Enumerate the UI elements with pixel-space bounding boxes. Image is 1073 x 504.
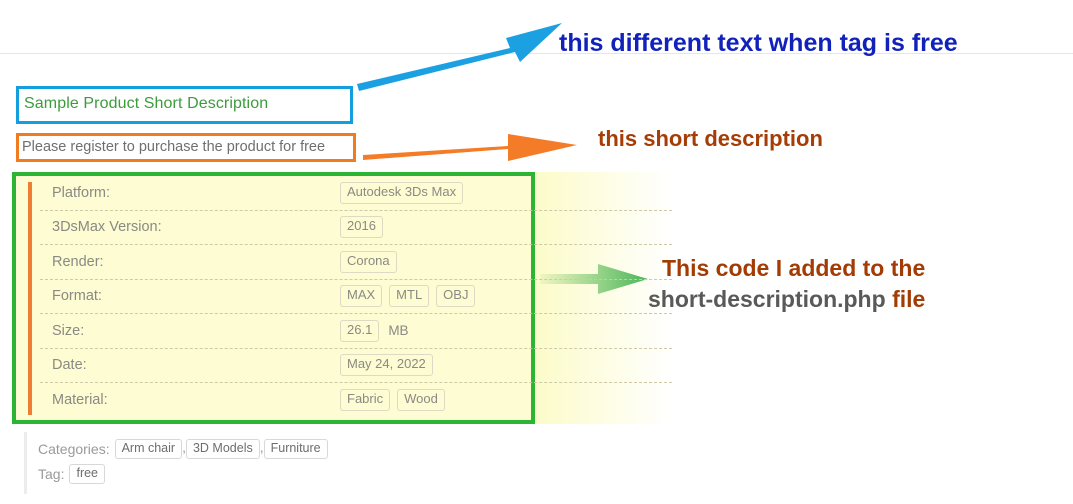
spec-value-chip[interactable]: 26.1 — [340, 319, 380, 342]
annotation-filename: short-description.php — [648, 286, 886, 312]
spec-row: Platform: Autodesk 3Ds Max — [40, 172, 672, 210]
tag-chip[interactable]: free — [69, 464, 106, 484]
spec-value-chip[interactable]: May 24, 2022 — [340, 354, 433, 377]
annotation-blue-text: this different text when tag is free — [559, 29, 958, 57]
spec-value-chip[interactable]: Corona — [340, 250, 397, 273]
spec-row-label: Format: — [52, 288, 102, 305]
spec-row-values: May 24, 2022 — [340, 354, 433, 377]
taxonomy-accent-bar — [24, 432, 27, 494]
category-chip[interactable]: 3D Models — [185, 439, 260, 459]
spec-row-label: Platform: — [52, 184, 111, 201]
tag-chips: free — [69, 464, 106, 484]
spec-row-values: MAX MTL OBJ — [340, 285, 476, 308]
spec-value-chip[interactable]: MAX — [340, 285, 383, 308]
spec-row-values: Autodesk 3Ds Max — [340, 181, 464, 204]
spec-row-values: Fabric Wood — [340, 388, 445, 411]
spec-row-label: 3DsMax Version: — [52, 219, 162, 236]
spec-row: Render: Corona — [40, 244, 672, 279]
annotation-file-word: file — [892, 286, 926, 312]
spec-value-chip[interactable]: OBJ — [436, 285, 476, 308]
short-title-text: Sample Product Short Description — [24, 95, 269, 112]
spec-row-values: Corona — [340, 250, 397, 273]
spec-row-label: Render: — [52, 253, 104, 270]
annotation-orange-text: this short description — [598, 126, 823, 151]
categories-chips: Arm chair, 3D Models, Furniture — [114, 439, 328, 459]
spec-value-chip[interactable]: Fabric — [340, 388, 391, 411]
categories-row: Categories: Arm chair, 3D Models, Furnitur… — [38, 439, 328, 459]
spec-row: Date: May 24, 2022 — [40, 347, 672, 383]
tag-label: Tag: — [38, 466, 65, 482]
blue-arrow-icon — [357, 23, 562, 91]
spec-row: Format: MAX MTL OBJ — [40, 278, 672, 314]
spec-row-label: Material: — [52, 391, 108, 408]
spec-table: Platform: Autodesk 3Ds Max 3DsMax Version:… — [12, 172, 672, 424]
annotation-green-text-line1: This code I added to the — [662, 255, 926, 281]
spec-row: Size: 26.1 MB — [40, 313, 672, 348]
spec-row-values: 2016 — [340, 216, 383, 239]
spec-value-chip[interactable]: Wood — [397, 388, 445, 411]
spec-row-values: 26.1 MB — [340, 319, 409, 342]
spec-value-chip[interactable]: 2016 — [340, 216, 383, 239]
tag-row: Tag: free — [38, 464, 106, 484]
category-chip[interactable]: Furniture — [263, 439, 328, 459]
category-chip[interactable]: Arm chair — [114, 439, 183, 459]
spec-row: Material: Fabric Wood — [40, 382, 672, 417]
spec-value-unit: MB — [388, 323, 409, 339]
spec-row: 3DsMax Version: 2016 — [40, 209, 672, 245]
short-description-text: Please register to purchase the product … — [22, 139, 326, 155]
categories-label: Categories: — [38, 441, 110, 457]
spec-row-label: Size: — [52, 322, 85, 339]
page-canvas: Platform: Autodesk 3Ds Max 3DsMax Version:… — [0, 0, 1073, 504]
spec-row-label: Date: — [52, 357, 87, 374]
spec-value-chip[interactable]: Autodesk 3Ds Max — [340, 181, 464, 204]
spec-value-chip[interactable]: MTL — [389, 285, 430, 308]
orange-arrow-icon — [363, 134, 577, 161]
annotation-green-text-line2: short-description.php file — [648, 286, 925, 313]
